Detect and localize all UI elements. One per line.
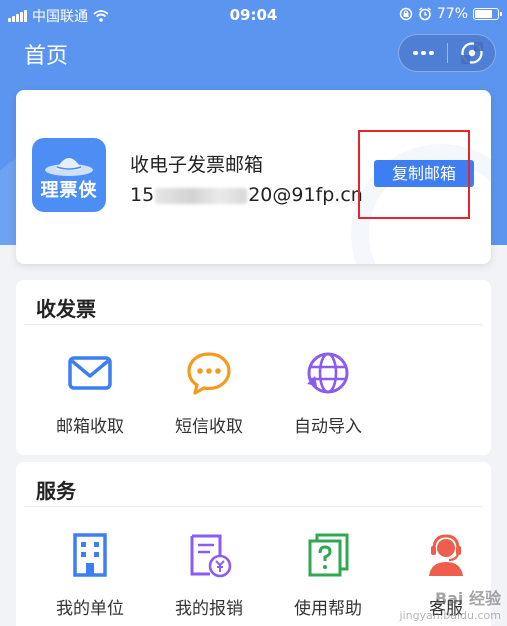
email-address: 15 20@91fp.cn: [130, 184, 363, 206]
alarm-icon: [418, 7, 431, 21]
more-dot-icon: [412, 51, 418, 55]
more-dot-icon: [428, 51, 434, 55]
grid-item-email-receive[interactable]: 邮箱收取: [40, 350, 140, 437]
grid-item-auto-import[interactable]: 自动导入: [278, 350, 378, 437]
sms-bubble-icon: [187, 352, 231, 395]
email-address-prefix: 15: [130, 184, 155, 206]
logo-text: 理票侠: [40, 180, 98, 201]
watermark: Bai 经验 jingyan.baidu.com: [399, 585, 501, 622]
grid-item-label: 邮箱收取: [56, 417, 124, 437]
close-button[interactable]: [448, 35, 495, 71]
app-logo: 理票侠: [32, 138, 106, 212]
mail-icon: [68, 356, 112, 390]
grid-item-label: 我的单位: [56, 599, 124, 619]
battery-fill: [475, 10, 492, 18]
building-icon: [73, 533, 107, 577]
help-document-icon: [308, 533, 349, 577]
receipt-yen-icon: [190, 534, 232, 578]
receive-invoice-section: 收发票 邮箱收取 短信收取 自动导入: [16, 280, 491, 455]
more-button[interactable]: [399, 35, 447, 71]
watermark-line2: jingyan.baidu.com: [399, 609, 501, 622]
mini-program-capsule: [398, 34, 496, 72]
email-redacted-blur: [155, 187, 248, 204]
page-title: 首页: [24, 44, 69, 69]
section-divider: [24, 506, 483, 507]
logo-hat-icon: [45, 158, 93, 176]
grid-item-label: 我的报销: [175, 599, 243, 619]
section-divider: [24, 324, 483, 325]
grid-item-label: 使用帮助: [294, 599, 362, 619]
close-target-icon: [460, 42, 483, 64]
customer-service-icon: [429, 534, 463, 576]
section-title: 收发票: [36, 297, 96, 321]
grid-item-sms-receive[interactable]: 短信收取: [159, 350, 259, 437]
status-bar: 中国联通 09:04 77%: [0, 0, 507, 30]
rotation-lock-icon: [399, 7, 413, 21]
email-address-suffix: 20@91fp.cn: [248, 184, 363, 206]
grid-item-my-reimbursement[interactable]: 我的报销: [159, 532, 259, 619]
grid-item-help[interactable]: 使用帮助: [278, 532, 378, 619]
battery-percent: 77%: [436, 6, 468, 22]
grid-item-label: 自动导入: [294, 417, 362, 437]
globe-import-icon: [307, 352, 349, 394]
watermark-line1: Bai 经验: [434, 589, 501, 608]
more-dot-icon: [420, 51, 426, 55]
highlight-annotation-box: [358, 130, 470, 219]
grid-item-label: 短信收取: [175, 417, 243, 437]
grid-item-my-unit[interactable]: 我的单位: [40, 532, 140, 619]
battery-icon: [473, 8, 502, 20]
section-title: 服务: [36, 479, 76, 503]
email-card-title: 收电子发票邮箱: [130, 154, 264, 176]
